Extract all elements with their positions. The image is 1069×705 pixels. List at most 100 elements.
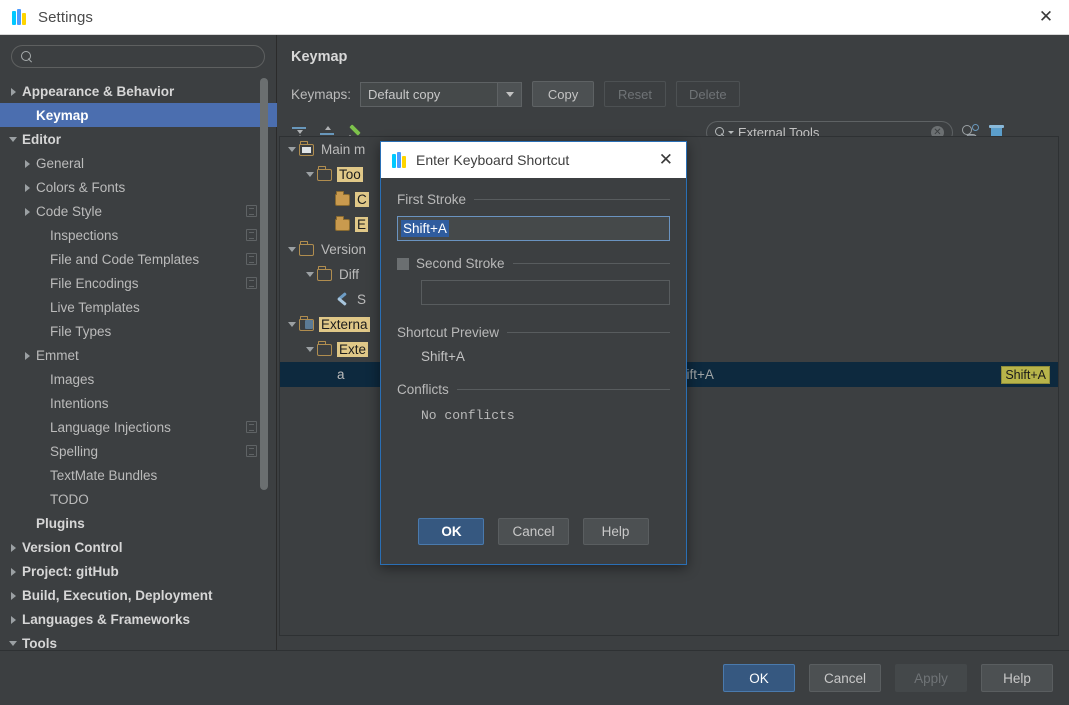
sidebar-item-label: Plugins: [36, 515, 85, 531]
copy-keymap-button[interactable]: Copy: [532, 81, 595, 107]
settings-sidebar: Appearance & Behavior Keymap Editor General…: [0, 35, 277, 650]
copy-settings-icon[interactable]: [246, 253, 257, 265]
sidebar-item-label: File Encodings: [50, 275, 139, 291]
help-button[interactable]: Help: [981, 664, 1053, 692]
wrench-icon: [335, 293, 350, 306]
conflicts-group-header: Conflicts: [397, 382, 670, 397]
dialog-ok-button[interactable]: OK: [418, 518, 485, 545]
chevron-down-icon[interactable]: [286, 243, 299, 256]
apply-button[interactable]: Apply: [895, 664, 967, 692]
second-stroke-label: Second Stroke: [416, 256, 505, 271]
chevron-down-icon[interactable]: [728, 131, 734, 134]
dialog-close-icon[interactable]: ✕: [659, 150, 673, 170]
sidebar-search-box[interactable]: [11, 45, 265, 68]
group-divider: [474, 199, 670, 200]
sidebar-item-code-style[interactable]: Code Style: [0, 199, 277, 223]
keymap-tree-label: Diff: [339, 267, 360, 282]
chevron-down-icon[interactable]: [286, 143, 299, 156]
sidebar-item-spelling[interactable]: Spelling: [0, 439, 277, 463]
first-stroke-input[interactable]: Shift+A: [397, 216, 670, 241]
sidebar-item-language-injections[interactable]: Language Injections: [0, 415, 277, 439]
chevron-right-icon[interactable]: [8, 614, 19, 625]
folder-icon: [317, 341, 332, 356]
sidebar-item-label: Intentions: [50, 395, 109, 411]
sidebar-item-project-github[interactable]: Project: gitHub: [0, 559, 277, 583]
sidebar-item-appearance-behavior[interactable]: Appearance & Behavior: [0, 79, 277, 103]
reset-keymap-button[interactable]: Reset: [604, 81, 667, 107]
sidebar-search-input[interactable]: [38, 48, 255, 65]
dialog-help-button[interactable]: Help: [582, 518, 649, 545]
sidebar-item-build-execution-deployment[interactable]: Build, Execution, Deployment: [0, 583, 277, 607]
sidebar-item-label: File and Code Templates: [50, 251, 200, 267]
chevron-down-icon[interactable]: [8, 638, 19, 649]
chevron-right-icon[interactable]: [8, 542, 19, 553]
sidebar-scrollbar-thumb[interactable]: [260, 78, 268, 490]
keymap-select[interactable]: Default copy: [360, 81, 523, 107]
delete-keymap-label: Delete: [689, 86, 727, 102]
chevron-down-icon[interactable]: [304, 168, 317, 181]
chevron-down-icon[interactable]: [304, 268, 317, 281]
keymap-tree-label: S: [357, 292, 367, 307]
copy-settings-icon[interactable]: [246, 205, 257, 217]
chevron-right-icon[interactable]: [8, 566, 19, 577]
sidebar-item-emmet[interactable]: Emmet: [0, 343, 277, 367]
copy-settings-icon[interactable]: [246, 277, 257, 289]
sidebar-item-editor[interactable]: Editor: [0, 127, 277, 151]
dialog-ok-label: OK: [441, 524, 462, 539]
sidebar-item-inspections[interactable]: Inspections: [0, 223, 277, 247]
chevron-down-icon[interactable]: [286, 318, 299, 331]
sidebar-item-tools[interactable]: Tools: [0, 631, 277, 650]
chevron-down-icon[interactable]: [304, 343, 317, 356]
keymaps-row: Keymaps: Default copy Copy Reset Delete: [291, 81, 1059, 107]
sidebar-item-label: Images: [50, 371, 95, 387]
sidebar-item-version-control[interactable]: Version Control: [0, 535, 277, 559]
first-stroke-group-header: First Stroke: [397, 192, 670, 207]
copy-settings-icon[interactable]: [246, 421, 257, 433]
copy-settings-icon[interactable]: [246, 445, 257, 457]
second-stroke-input[interactable]: [421, 280, 670, 305]
sidebar-item-textmate-bundles[interactable]: TextMate Bundles: [0, 463, 277, 487]
keymap-select-value: Default copy: [368, 86, 441, 102]
chevron-right-icon[interactable]: [22, 182, 33, 193]
first-stroke-label: First Stroke: [397, 192, 467, 207]
dialog-body: First Stroke Shift+A Second Stroke Short…: [381, 178, 686, 564]
sidebar-item-intentions[interactable]: Intentions: [0, 391, 277, 415]
sidebar-item-todo[interactable]: TODO: [0, 487, 277, 511]
chevron-down-icon[interactable]: [8, 134, 19, 145]
copy-settings-icon[interactable]: [246, 229, 257, 241]
chevron-right-icon[interactable]: [8, 86, 19, 97]
sidebar-item-label: TextMate Bundles: [50, 467, 158, 483]
sidebar-item-live-templates[interactable]: Live Templates: [0, 295, 277, 319]
chevron-right-icon[interactable]: [22, 158, 33, 169]
chevron-right-icon[interactable]: [8, 590, 19, 601]
delete-keymap-button[interactable]: Delete: [676, 81, 740, 107]
ok-button[interactable]: OK: [722, 664, 795, 692]
keymap-tree-label: Main m: [321, 142, 366, 157]
sidebar-item-label: Editor: [22, 131, 61, 147]
chevron-right-icon[interactable]: [22, 206, 33, 217]
dialog-cancel-button[interactable]: Cancel: [498, 518, 569, 545]
chevron-right-icon[interactable]: [22, 350, 33, 361]
sidebar-item-colors-fonts[interactable]: Colors & Fonts: [0, 175, 277, 199]
chevron-down-icon[interactable]: [497, 82, 522, 106]
sidebar-item-images[interactable]: Images: [0, 367, 277, 391]
sidebar-item-label: Spelling: [50, 443, 99, 459]
sidebar-item-file-types[interactable]: File Types: [0, 319, 277, 343]
sidebar-item-general[interactable]: General: [0, 151, 277, 175]
sidebar-tree-scroll: Appearance & Behavior Keymap Editor General…: [0, 76, 277, 650]
sidebar-item-languages-frameworks[interactable]: Languages & Frameworks: [0, 607, 277, 631]
window-title: Settings: [38, 8, 93, 26]
webstorm-logo-icon: [12, 9, 28, 25]
sidebar-item-file-and-code-templates[interactable]: File and Code Templates: [0, 247, 277, 271]
page-title: Keymap: [291, 49, 348, 65]
window-close-icon[interactable]: ✕: [1023, 0, 1069, 34]
second-stroke-checkbox[interactable]: [397, 257, 409, 270]
webstorm-logo-icon: [392, 151, 407, 168]
sidebar-item-file-encodings[interactable]: File Encodings: [0, 271, 277, 295]
sidebar-item-plugins[interactable]: Plugins: [0, 511, 277, 535]
cancel-button[interactable]: Cancel: [808, 664, 881, 692]
sidebar-item-keymap[interactable]: Keymap: [0, 103, 277, 127]
